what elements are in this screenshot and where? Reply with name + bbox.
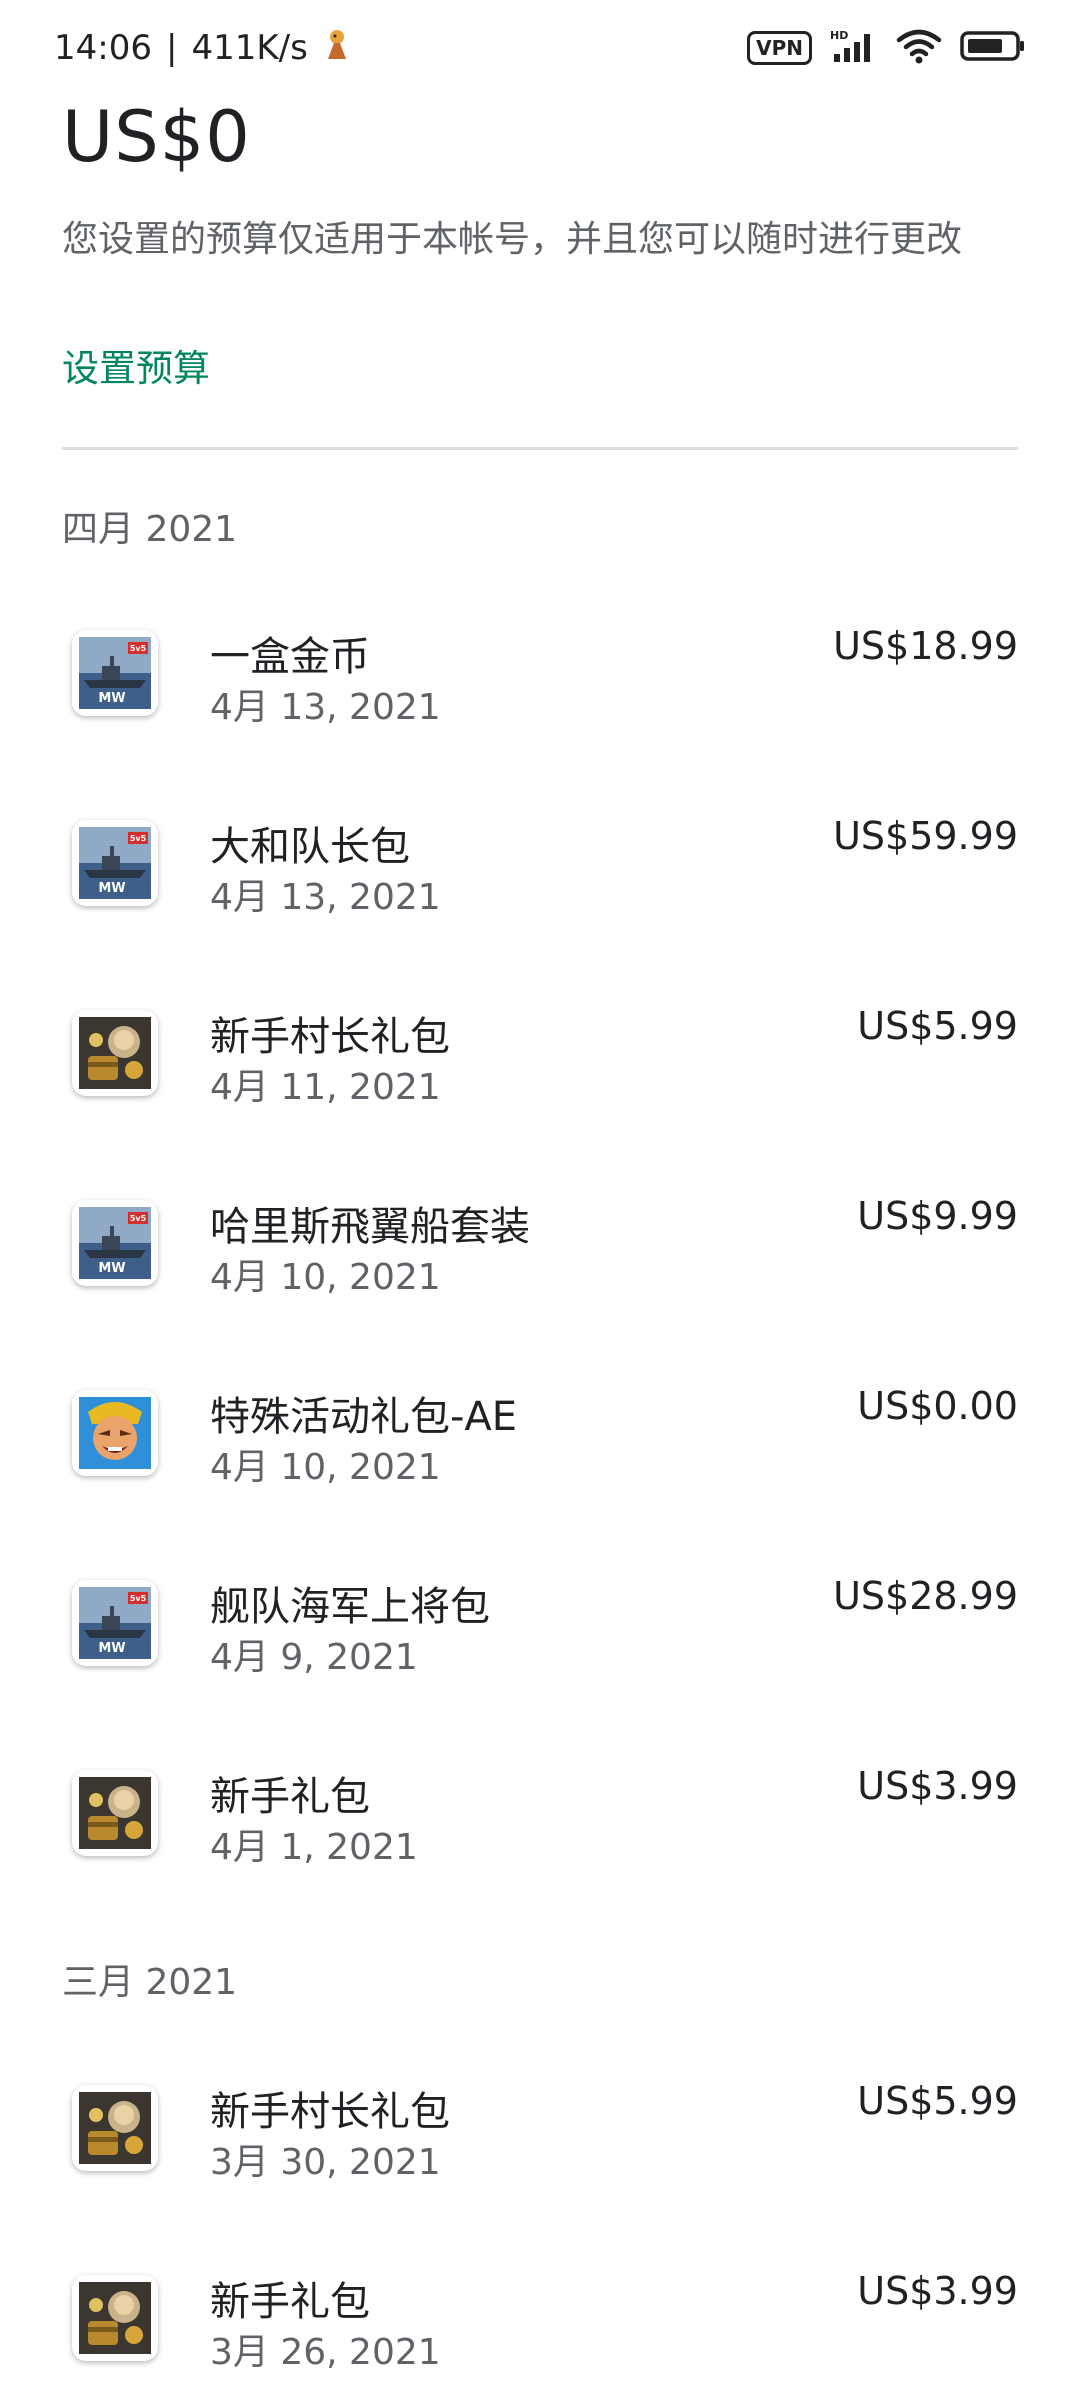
- chest-hero-app-icon: [72, 1010, 158, 1096]
- transaction-price: US$9.99: [857, 1194, 1018, 1238]
- chest-hero-app-icon: [72, 1770, 158, 1856]
- transaction-date: 4月 13, 2021: [210, 877, 441, 918]
- svg-text:MW: MW: [98, 881, 125, 896]
- transaction-title: 新手礼包: [210, 2279, 370, 2325]
- transaction-price: US$5.99: [857, 1004, 1018, 1048]
- transaction-title: 特殊活动礼包-AE: [210, 1394, 518, 1440]
- transaction-item[interactable]: 新手礼包 3月 26, 2021 US$3.99: [0, 2269, 1080, 2400]
- warrior-face-app-icon: [72, 1390, 158, 1476]
- svg-text:HD: HD: [830, 29, 848, 42]
- transaction-item[interactable]: 5v5 MW 哈里斯飛翼船套装 4月 10, 2021 US$9.99: [0, 1194, 1080, 1360]
- status-bar-left: 14:06 | 411K/s: [54, 27, 352, 70]
- transaction-title: 舰队海军上将包: [210, 1584, 490, 1630]
- chest-hero-app-icon: [72, 2085, 158, 2171]
- svg-text:5v5: 5v5: [130, 834, 147, 843]
- transaction-item[interactable]: 5v5 MW 舰队海军上将包 4月 9, 2021 US$28.99: [0, 1574, 1080, 1740]
- hd-signal-icon: HD: [830, 28, 878, 68]
- transaction-title: 新手村长礼包: [210, 1014, 450, 1060]
- vpn-icon: VPN: [747, 31, 812, 65]
- status-bar: 14:06 | 411K/s VPN HD: [0, 0, 1080, 96]
- modern-warships-app-icon: 5v5 MW: [72, 630, 158, 716]
- transaction-date: 4月 9, 2021: [210, 1637, 418, 1678]
- chest-hero-app-icon: [72, 2275, 158, 2361]
- budget-note: 您设置的预算仅适用于本帐号，并且您可以随时进行更改: [62, 219, 963, 260]
- section-header-april: 四月 2021: [62, 509, 238, 550]
- notification-app-icon: [322, 27, 352, 70]
- transaction-price: US$3.99: [857, 2269, 1018, 2313]
- svg-text:MW: MW: [98, 1261, 125, 1276]
- battery-icon: [960, 29, 1026, 67]
- svg-text:MW: MW: [98, 691, 125, 706]
- transaction-title: 一盒金币: [210, 634, 370, 680]
- transaction-date: 4月 13, 2021: [210, 687, 441, 728]
- status-separator: |: [165, 28, 178, 68]
- transaction-date: 3月 30, 2021: [210, 2142, 441, 2183]
- svg-text:5v5: 5v5: [130, 644, 147, 653]
- budget-amount: US$0: [62, 96, 251, 178]
- transaction-date: 3月 26, 2021: [210, 2332, 441, 2373]
- transaction-title: 新手村长礼包: [210, 2089, 450, 2135]
- transaction-item[interactable]: 新手礼包 4月 1, 2021 US$3.99: [0, 1764, 1080, 1930]
- modern-warships-app-icon: 5v5 MW: [72, 1580, 158, 1666]
- svg-text:5v5: 5v5: [130, 1214, 147, 1223]
- transaction-date: 4月 10, 2021: [210, 1257, 441, 1298]
- transaction-title: 新手礼包: [210, 1774, 370, 1820]
- modern-warships-app-icon: 5v5 MW: [72, 820, 158, 906]
- transaction-price: US$59.99: [833, 814, 1018, 858]
- status-time: 14:06: [54, 28, 152, 68]
- transaction-price: US$5.99: [857, 2079, 1018, 2123]
- transaction-price: US$18.99: [833, 624, 1018, 668]
- status-bar-right: VPN HD: [747, 28, 1026, 68]
- transaction-price: US$3.99: [857, 1764, 1018, 1808]
- section-header-march: 三月 2021: [62, 1962, 238, 2003]
- transaction-item[interactable]: 5v5 MW 一盒金币 4月 13, 2021 US$18.99: [0, 624, 1080, 790]
- transaction-item[interactable]: 新手村长礼包 3月 30, 2021 US$5.99: [0, 2079, 1080, 2245]
- divider: [62, 447, 1018, 450]
- svg-text:MW: MW: [98, 1641, 125, 1656]
- transaction-item[interactable]: 特殊活动礼包-AE 4月 10, 2021 US$0.00: [0, 1384, 1080, 1550]
- transaction-price: US$28.99: [833, 1574, 1018, 1618]
- transaction-price: US$0.00: [857, 1384, 1018, 1428]
- modern-warships-app-icon: 5v5 MW: [72, 1200, 158, 1286]
- wifi-icon: [896, 28, 942, 68]
- set-budget-button[interactable]: 设置预算: [62, 338, 210, 392]
- transaction-title: 大和队长包: [210, 824, 410, 870]
- transaction-title: 哈里斯飛翼船套装: [210, 1204, 530, 1250]
- transaction-date: 4月 1, 2021: [210, 1827, 418, 1868]
- transaction-item[interactable]: 新手村长礼包 4月 11, 2021 US$5.99: [0, 1004, 1080, 1170]
- transaction-item[interactable]: 5v5 MW 大和队长包 4月 13, 2021 US$59.99: [0, 814, 1080, 980]
- budget-history-screen: 14:06 | 411K/s VPN HD US$0 您设置的预算仅适用于本帐号…: [0, 0, 1080, 2400]
- transaction-date: 4月 11, 2021: [210, 1067, 441, 1108]
- network-speed: 411K/s: [191, 28, 308, 68]
- svg-text:5v5: 5v5: [130, 1594, 147, 1603]
- transaction-date: 4月 10, 2021: [210, 1447, 441, 1488]
